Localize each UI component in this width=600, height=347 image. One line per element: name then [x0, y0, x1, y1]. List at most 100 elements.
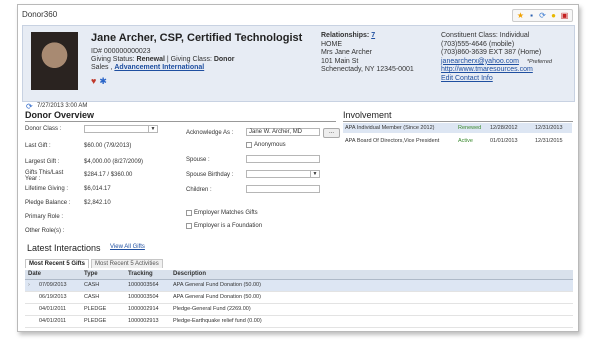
pledge-balance-value: $2,842.10 [84, 200, 111, 206]
cell-tracking: 1000003564 [128, 282, 159, 288]
phone-home: (703)860-3639 EXT 387 (Home) [441, 49, 542, 56]
giving-status: Renewal [136, 56, 165, 63]
star-icon[interactable]: ★ [516, 11, 525, 20]
spouse-birthday-select[interactable]: ▼ [246, 170, 320, 178]
other-roles-label: Other Role(s) : [25, 228, 65, 234]
table-row[interactable]: 06/19/2013 CASH 1000003504 APA General F… [25, 292, 573, 304]
relationships-heading: Relationships: 7 [321, 32, 376, 39]
giving-line: Giving Status: Renewal | Giving Class: D… [91, 56, 235, 63]
cell-date: 06/19/2013 [39, 294, 67, 300]
cell-type: PLEDGE [84, 306, 107, 312]
cell-tracking: 1000003504 [128, 294, 159, 300]
divider [25, 121, 336, 122]
tab-most-recent-activities[interactable]: Most Recent 5 Activities [91, 259, 163, 268]
column-header-date[interactable]: Date [28, 270, 41, 279]
contact-block: Constituent Class: Individual (703)555-4… [441, 32, 552, 83]
lifetime-giving-label: Lifetime Giving : [25, 186, 69, 192]
donor-header: Jane Archer, CSP, Certified Technologist… [22, 25, 575, 102]
edit-contact-link[interactable]: Edit Contact Info [441, 75, 493, 82]
table-header: Date Type Tracking Description [25, 270, 573, 280]
acknowledge-as-label: Acknowledge As : [186, 130, 234, 136]
cell-description: APA General Fund Donation (50.00) [173, 282, 261, 288]
involvement-start: 12/28/2012 [490, 125, 518, 131]
employer-foundation-label: Employer is a Foundation [194, 223, 263, 229]
table-row[interactable]: 04/01/2011 PLEDGE 1000002914 Pledge-Gene… [25, 304, 573, 316]
spouse-input[interactable] [246, 155, 320, 163]
address-line: 101 Main St [321, 57, 359, 65]
column-header-type[interactable]: Type [84, 270, 98, 279]
column-header-tracking[interactable]: Tracking [128, 270, 153, 279]
cell-tracking: 1000002913 [128, 318, 159, 324]
interactions-tabs: Most Recent 5 Gifts Most Recent 5 Activi… [25, 259, 165, 268]
cell-tracking: 1000002914 [128, 306, 159, 312]
lightbulb-icon[interactable]: ● [549, 11, 558, 20]
involvement-row[interactable]: APA Board Of Directors,Vice President Ac… [343, 136, 572, 146]
refresh-icon[interactable]: ⟳ [538, 11, 547, 20]
donor-class-label: Donor Class : [25, 126, 62, 132]
relationships-block: Relationships: 7 HOME Mrs Jane Archer 10… [321, 32, 414, 75]
involvement-status: Renewed [458, 125, 482, 131]
donor-id: ID# 000000000023 [91, 48, 151, 55]
donor360-window: Donor360 ★ ▪ ⟳ ● ▣ Jane Archer, CSP, Cer… [17, 4, 579, 332]
employer-matches-checkbox[interactable] [186, 210, 192, 216]
giving-class: Donor [213, 56, 235, 63]
cell-type: CASH [84, 294, 100, 300]
largest-gift-label: Largest Gift : [25, 159, 60, 165]
cell-date: 04/01/2011 [39, 318, 67, 324]
website-link[interactable]: http://www.tmaresources.com [441, 66, 533, 73]
column-header-description[interactable]: Description [173, 270, 206, 279]
children-input[interactable] [246, 185, 320, 193]
involvement-name: APA Individual Member (Since 2012) [345, 125, 435, 131]
save-icon[interactable]: ▪ [527, 11, 536, 20]
chevron-down-icon: ▼ [310, 171, 319, 177]
constituent-class: Constituent Class: Individual [441, 32, 530, 39]
gifts-this-last-value: $284.17 / $360.00 [84, 172, 133, 178]
relationships-count-link[interactable]: 7 [371, 32, 375, 39]
email-link[interactable]: janearcherx@yahoo.com [441, 58, 519, 65]
row-expand-icon[interactable]: › [28, 280, 30, 291]
chevron-down-icon: ▼ [148, 126, 157, 132]
app-title: Donor360 [22, 10, 58, 19]
involvement-end: 12/31/2013 [535, 125, 563, 131]
view-all-gifts-link[interactable]: View All Gifts [110, 244, 145, 250]
toolbar: ★ ▪ ⟳ ● ▣ [512, 9, 573, 22]
employer-foundation-checkbox[interactable] [186, 223, 192, 229]
latest-interactions-title: Latest Interactions [27, 243, 101, 253]
anonymous-checkbox[interactable] [246, 142, 252, 148]
last-gift-value: $60.00 (7/9/2013) [84, 143, 132, 149]
donor-overview-title: Donor Overview [25, 110, 95, 120]
involvement-end: 12/31/2015 [535, 138, 563, 144]
timestamp: 7/27/2013 3:00 AM [37, 103, 88, 109]
donor-photo [31, 32, 78, 90]
email-preferred-note: *Preferred [526, 58, 552, 65]
heart-icon: ♥ [91, 76, 97, 86]
pledge-balance-label: Pledge Balance : [25, 200, 71, 206]
employer-matches-label: Employer Matches Gifts [194, 210, 258, 216]
table-row[interactable]: 04/01/2011 PLEDGE 1000002913 Pledge-Eart… [25, 316, 573, 328]
cell-type: CASH [84, 282, 100, 288]
tab-most-recent-gifts[interactable]: Most Recent 5 Gifts [25, 259, 90, 268]
gifts-this-last-label: Gifts This/Last Year : [25, 170, 64, 182]
more-button[interactable]: ... [323, 128, 340, 138]
acknowledge-as-input[interactable]: Jane W. Archer, MD [246, 128, 320, 136]
email-line: janearcherx@yahoo.com *Preferred [441, 58, 552, 67]
lifetime-giving-value: $6,014.17 [84, 186, 111, 192]
cell-type: PLEDGE [84, 318, 107, 324]
donor-class-select[interactable]: ▼ [84, 125, 158, 133]
address-line: Mrs Jane Archer [321, 49, 372, 56]
org-line: Sales , Advancement International [91, 64, 205, 71]
anonymous-label: Anonymous [254, 142, 286, 148]
pdf-icon[interactable]: ▣ [560, 11, 569, 20]
children-label: Children : [186, 187, 212, 193]
involvement-start: 01/01/2013 [490, 138, 518, 144]
cell-description: APA General Fund Donation (50.00) [173, 294, 261, 300]
divider [343, 121, 573, 122]
involvement-status: Active [458, 138, 473, 144]
star-badge-icon: ✱ [99, 76, 107, 86]
last-gift-label: Last Gift : [25, 143, 51, 149]
largest-gift-value: $4,000.00 (8/27/2009) [84, 159, 144, 165]
involvement-row[interactable]: APA Individual Member (Since 2012) Renew… [343, 123, 572, 133]
org-link[interactable]: Advancement International [114, 64, 204, 71]
table-row[interactable]: › 07/09/2013 CASH 1000003564 APA General… [25, 280, 573, 292]
address-line: Schenectady, NY 12345-0001 [321, 66, 414, 73]
